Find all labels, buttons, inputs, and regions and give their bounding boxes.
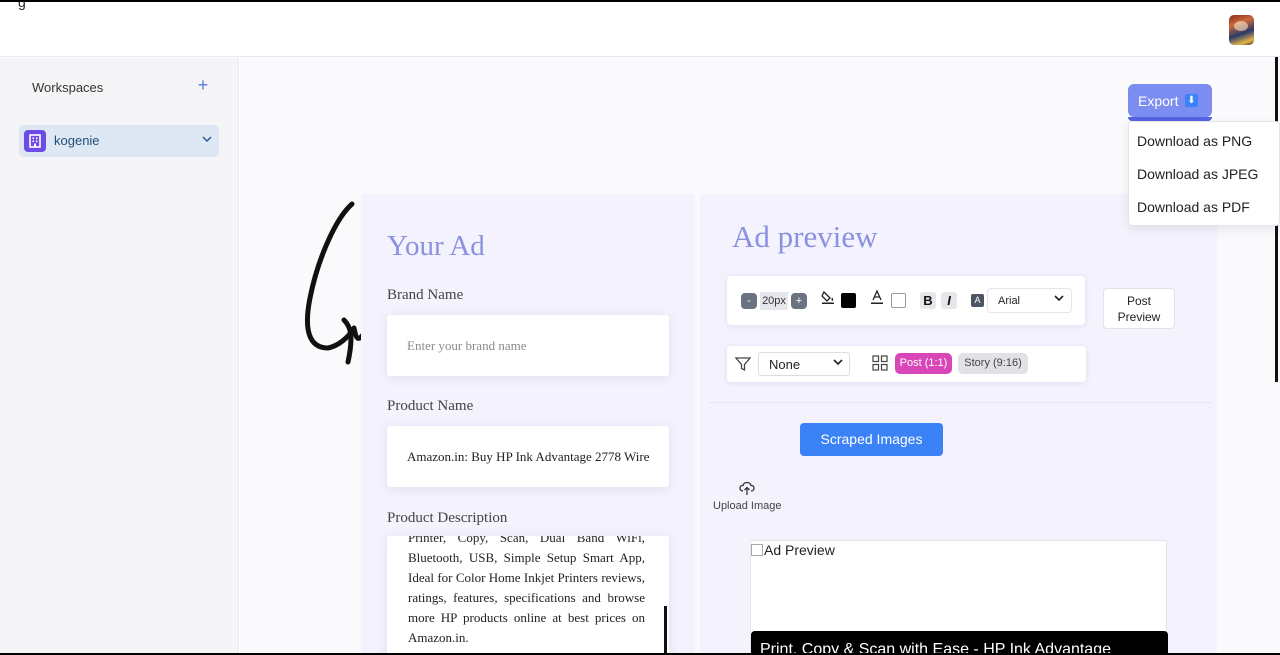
font-color-icon[interactable] — [871, 289, 883, 307]
chevron-down-icon — [1054, 293, 1064, 305]
format-toolbar: None Post (1:1) Story (9:16) — [727, 346, 1086, 382]
brand-name-field[interactable] — [387, 315, 669, 376]
ad-preview-alt-text: Ad Preview — [764, 542, 835, 558]
font-family-select[interactable]: Arial — [987, 288, 1072, 313]
description-scrollbar[interactable] — [664, 606, 667, 653]
story-format-pill[interactable]: Story (9:16) — [958, 353, 1028, 374]
ad-preview-card: Ad Preview Print, Copy & Scan with Ease … — [750, 540, 1168, 655]
product-description-field[interactable]: Printer, Copy, Scan, Dual Band WiFi, Blu… — [387, 536, 669, 653]
text-color-swatch[interactable] — [841, 293, 856, 308]
ad-caption-text: Print, Copy & Scan with Ease - HP Ink Ad… — [760, 641, 1111, 655]
post-preview-button[interactable]: Post Preview — [1103, 288, 1175, 329]
brand-name-label: Brand Name — [387, 287, 464, 303]
export-menu: Download as PNG Download as JPEG Downloa… — [1128, 121, 1280, 226]
workspace-name: kogenie — [54, 133, 100, 148]
product-description-text[interactable]: Printer, Copy, Scan, Dual Band WiFi, Blu… — [408, 536, 645, 648]
text-style-icon[interactable]: A — [971, 294, 984, 307]
background-color-swatch[interactable] — [891, 293, 906, 308]
download-icon: ⬇ — [1185, 94, 1198, 107]
section-divider — [709, 402, 1212, 403]
font-family-value: Arial — [998, 295, 1021, 307]
cloud-upload-icon — [739, 481, 755, 495]
filter-value: None — [769, 357, 801, 372]
post-format-pill[interactable]: Post (1:1) — [895, 353, 952, 374]
fill-color-icon[interactable] — [821, 290, 835, 307]
app-title-fragment: g — [18, 0, 26, 10]
ad-preview-image: Ad Preview — [751, 542, 835, 558]
export-button[interactable]: Export ⬇ — [1128, 84, 1212, 117]
product-name-label: Product Name — [387, 398, 474, 414]
bold-button[interactable]: B — [920, 292, 936, 309]
sidebar: Workspaces + kogenie — [0, 58, 239, 653]
download-pdf-item[interactable]: Download as PDF — [1137, 199, 1250, 215]
font-size-value[interactable]: 20px — [760, 292, 788, 310]
preview-title: Ad preview — [732, 219, 878, 254]
brand-name-input[interactable] — [407, 315, 649, 376]
broken-image-icon — [751, 544, 763, 556]
decrease-font-button[interactable]: - — [741, 293, 757, 309]
form-title: Your Ad — [387, 230, 485, 262]
filter-icon[interactable] — [734, 356, 752, 377]
app-frame: g Workspaces + kogenie Your Ad Brand Nam… — [0, 0, 1280, 655]
upload-image-button[interactable]: Upload Image — [712, 480, 782, 516]
ad-form-panel: Your Ad Brand Name Product Name Product … — [361, 194, 695, 653]
download-jpeg-item[interactable]: Download as JPEG — [1137, 166, 1258, 182]
italic-button[interactable]: I — [941, 292, 957, 309]
user-avatar[interactable] — [1229, 15, 1254, 45]
export-label: Export — [1138, 93, 1179, 109]
grid-icon[interactable] — [872, 355, 888, 376]
ad-caption-bar: Print, Copy & Scan with Ease - HP Ink Ad… — [751, 631, 1168, 655]
ad-preview-panel: Ad preview - 20px + B I A Arial Post Pre… — [700, 194, 1217, 655]
chevron-down-icon — [833, 357, 843, 369]
increase-font-button[interactable]: + — [791, 293, 807, 309]
product-name-field[interactable] — [387, 426, 669, 487]
top-bar: g — [0, 2, 1280, 57]
workspace-item-kogenie[interactable]: kogenie — [19, 125, 219, 157]
workspaces-heading: Workspaces — [32, 80, 104, 95]
building-icon — [24, 130, 46, 152]
filter-select[interactable]: None — [758, 352, 850, 376]
product-name-input[interactable] — [407, 426, 649, 487]
upload-image-label: Upload Image — [713, 500, 782, 512]
add-workspace-icon[interactable]: + — [194, 76, 212, 94]
scraped-images-button[interactable]: Scraped Images — [800, 423, 943, 456]
product-description-label: Product Description — [387, 510, 508, 526]
chevron-down-icon[interactable] — [202, 134, 212, 146]
text-style-toolbar: - 20px + B I A Arial — [727, 276, 1085, 325]
download-png-item[interactable]: Download as PNG — [1137, 133, 1252, 149]
